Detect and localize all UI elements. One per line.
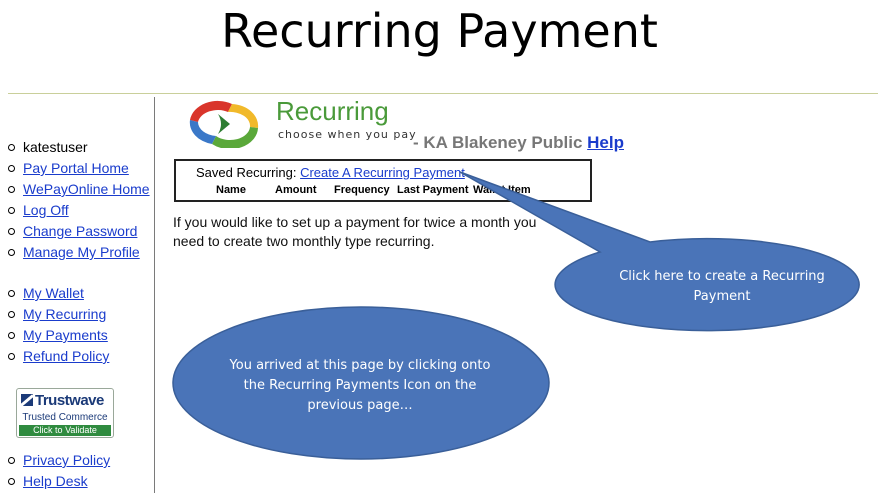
callout-arrived-info: You arrived at this page by clicking ont…	[229, 358, 491, 413]
callout-create-recurring: Click here to create a Recurring Payment	[619, 269, 825, 304]
callout-layer	[172, 171, 860, 460]
